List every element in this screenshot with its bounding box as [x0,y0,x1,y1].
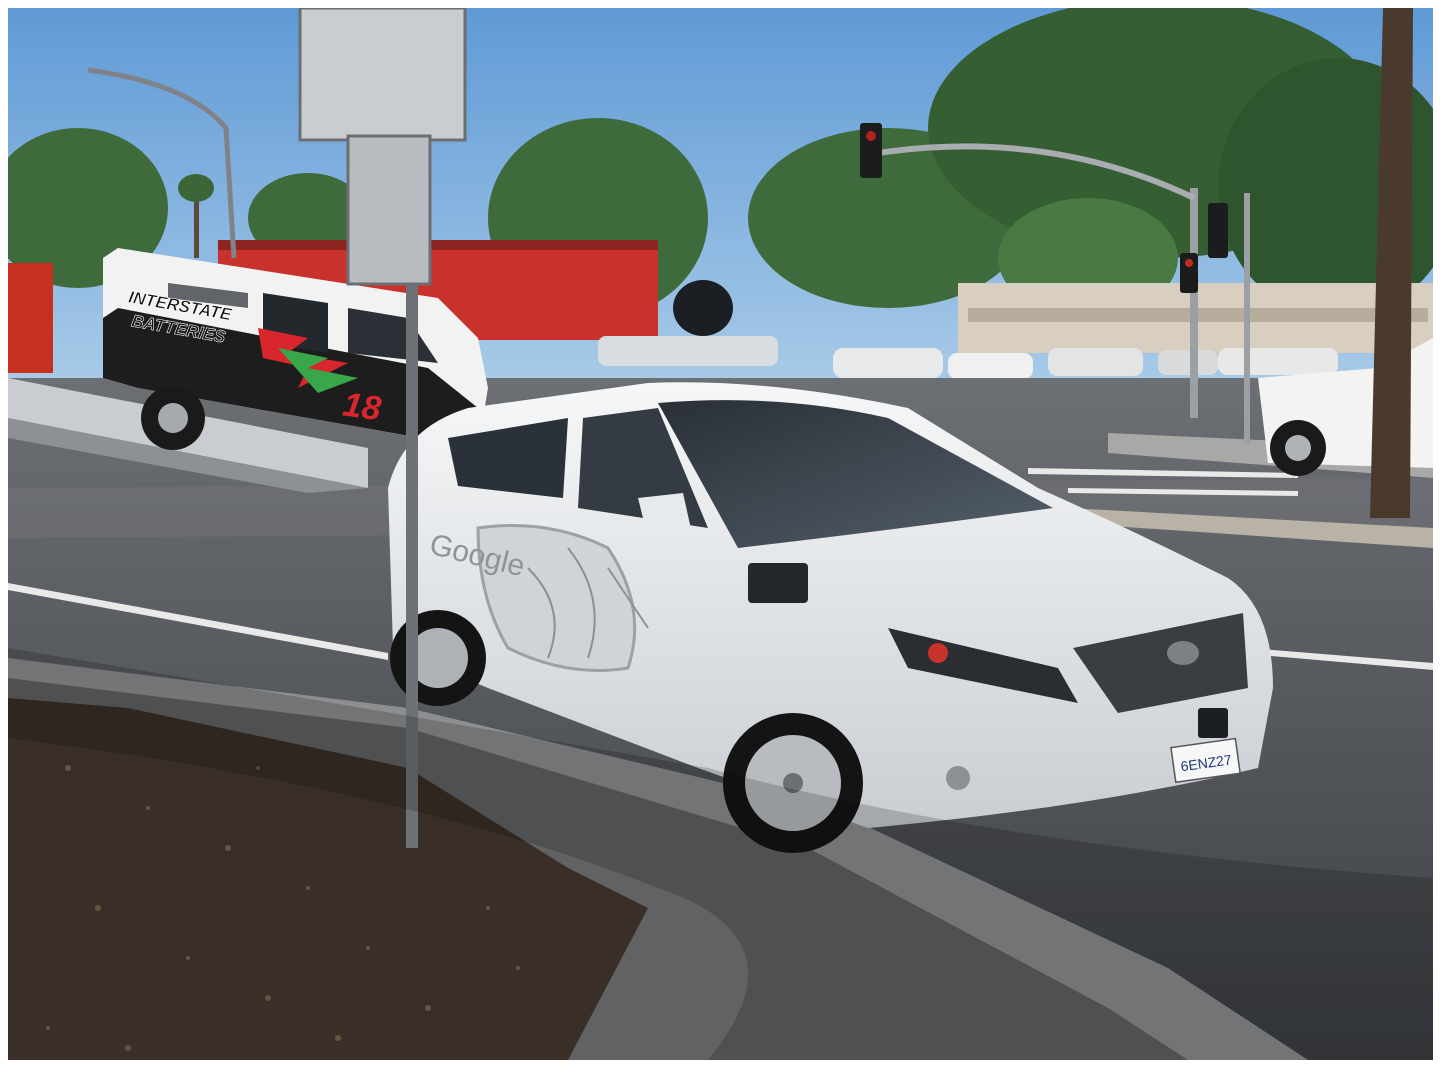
street-sign-top [298,8,467,142]
street-scene: INTERSTATE BATTERIES 18 Google 6ENZ27 [8,8,1433,1060]
street-sign-bottom [346,134,432,286]
parked-cars [833,348,1338,379]
photo-frame: INTERSTATE BATTERIES 18 Google 6ENZ27 [8,8,1433,1060]
lidar-sensor [673,280,733,336]
van-number: 18 [341,385,384,428]
